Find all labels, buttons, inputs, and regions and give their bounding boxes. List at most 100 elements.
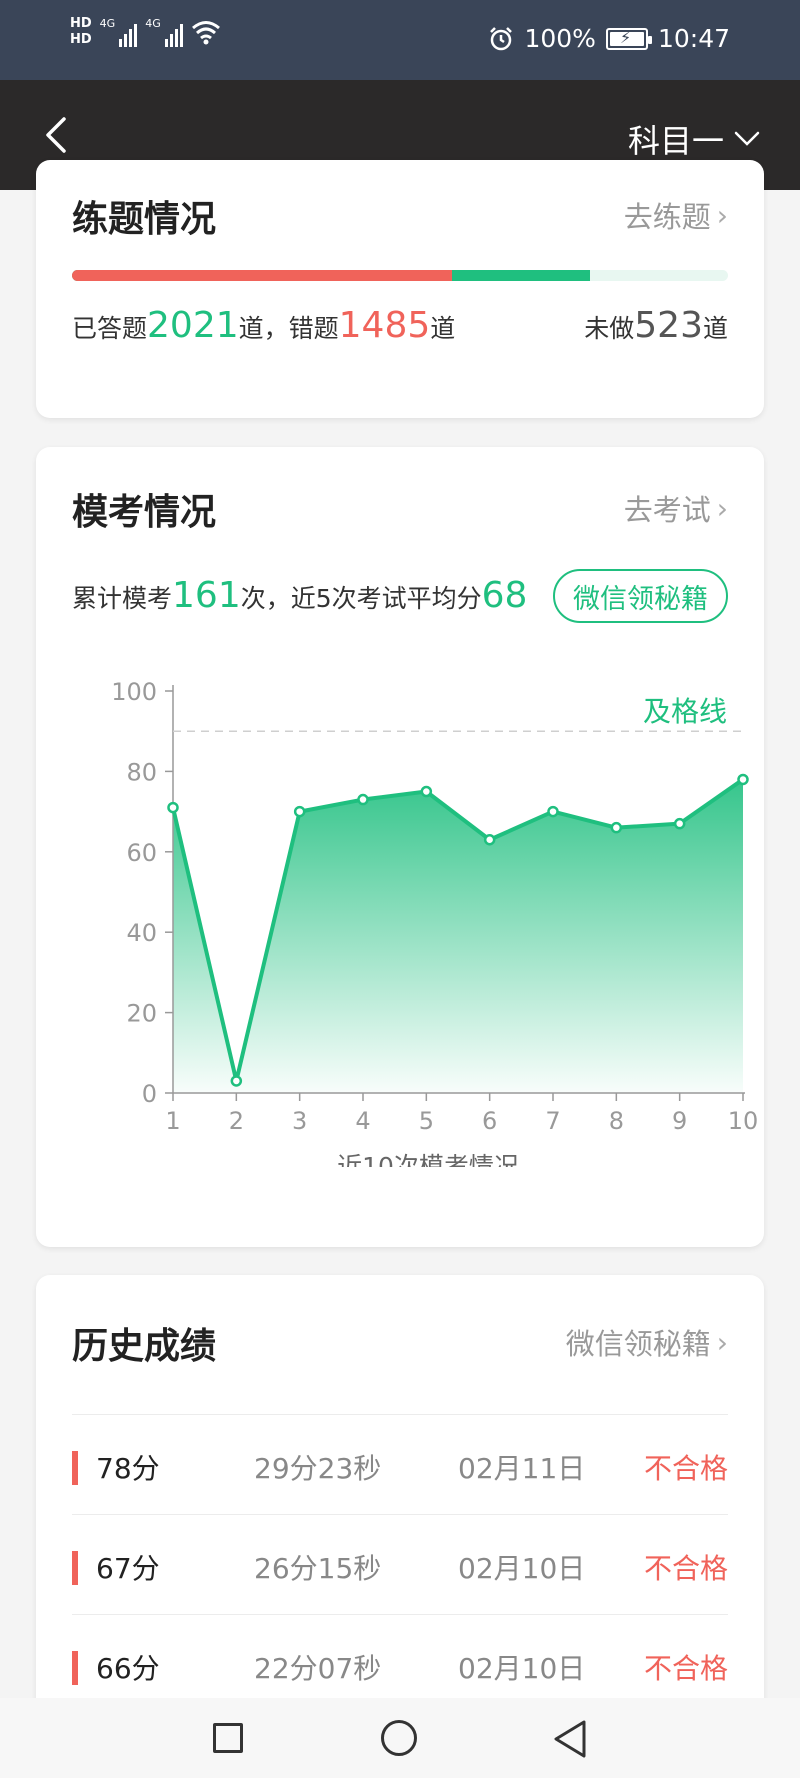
chart-x-tick-label: 3 (292, 1107, 307, 1135)
chart-x-tick-label: 4 (355, 1107, 370, 1135)
history-wechat-link[interactable]: 微信领秘籍 › (566, 1321, 728, 1363)
mock-avg-score: 68 (481, 575, 528, 616)
signal-icon: 4G (100, 17, 138, 47)
chevron-down-icon (734, 131, 760, 146)
row-duration: 29分23秒 (254, 1452, 382, 1485)
chart-x-tick-label: 7 (545, 1107, 560, 1135)
chart-pass-line-label: 及格线 (643, 695, 727, 728)
clock: 10:47 (657, 24, 730, 53)
go-practice-link[interactable]: 去练题 › (624, 194, 728, 236)
wrong-label: 道，错题 (238, 314, 339, 343)
chart-x-tick-label: 2 (229, 1107, 244, 1135)
alarm-icon (490, 26, 513, 50)
go-practice-label: 去练题 (623, 200, 711, 234)
undone-unit: 道 (702, 314, 728, 343)
row-date: 02月10日 (458, 1552, 586, 1585)
mock-title: 模考情况 (72, 492, 217, 533)
row-date: 02月11日 (458, 1452, 586, 1485)
chart-point (547, 805, 559, 818)
row-score: 67分 (96, 1552, 160, 1585)
subject-label: 科目一 (627, 122, 724, 160)
row-indicator (72, 1551, 78, 1585)
status-bar-left: HD HD 4G 4G (70, 16, 221, 48)
row-score: 66分 (96, 1652, 160, 1685)
chart-x-tick-label: 8 (609, 1107, 624, 1135)
row-result: 不合格 (643, 1552, 728, 1585)
mock-count-label: 累计模考 (72, 584, 173, 613)
system-nav-bar (0, 1698, 800, 1778)
chart-y-tick-label: 100 (111, 678, 157, 706)
row-result: 不合格 (643, 1452, 728, 1485)
answered-count: 2021 (147, 305, 239, 346)
row-score: 78分 (96, 1452, 160, 1485)
chevron-right-icon: › (716, 491, 728, 525)
chart-point (737, 773, 749, 786)
chart-x-tick-label: 9 (672, 1107, 687, 1135)
mock-count: 161 (172, 575, 241, 616)
chart-y-tick-label: 40 (126, 919, 157, 947)
chart-point (230, 1075, 243, 1087)
mock-avg-label: 次，近5次考试平均分 (240, 584, 482, 613)
undone-label: 未做 (584, 314, 635, 343)
wifi-icon (191, 21, 220, 45)
history-title: 历史成绩 (72, 1326, 217, 1367)
chevron-right-icon: › (716, 198, 728, 232)
undone-count: 523 (634, 305, 703, 346)
chart-point (420, 785, 433, 798)
chart-x-tick-label: 5 (419, 1107, 434, 1135)
practice-progress-bar (72, 270, 728, 281)
mock-summary: 累计模考 161 次，近5次考试平均分 68 (72, 575, 527, 616)
battery-charging-icon (605, 27, 652, 50)
recent-apps-icon[interactable] (213, 1723, 243, 1753)
hd-label-2: HD (70, 32, 92, 47)
chart-x-tick-label: 6 (482, 1107, 497, 1135)
table-row[interactable]: 67分 26分15秒 02月10日 不合格 (72, 1514, 728, 1614)
go-exam-link[interactable]: 去考试 › (624, 487, 728, 529)
chart-y-tick-label: 80 (126, 758, 157, 786)
mock-exam-card: 模考情况 去考试 › 累计模考 161 次，近5次考试平均分 68 微信领秘籍 0 20… (36, 447, 764, 1247)
chart-point (293, 805, 306, 818)
chevron-right-icon: › (716, 1325, 728, 1359)
table-row[interactable]: 78分 29分23秒 02月11日 不合格 (72, 1414, 728, 1514)
wrong-count: 1485 (338, 305, 431, 346)
hd-label-1: HD (70, 16, 92, 31)
chart-point (483, 833, 496, 846)
chevron-left-icon[interactable] (40, 115, 80, 155)
practice-card: 练题情况 去练题 › 已答题2021道，错题1485道 未做523道 (36, 160, 764, 418)
answered-stats: 已答题2021道，错题1485道 (72, 305, 455, 346)
signal-icon: 4G (145, 17, 183, 47)
chart-point (610, 821, 623, 834)
practice-title: 练题情况 (72, 199, 217, 240)
subject-selector[interactable]: 科目一 (628, 116, 760, 162)
answered-label: 已答题 (72, 314, 148, 343)
chart-point (673, 817, 686, 830)
row-result: 不合格 (643, 1652, 728, 1685)
chart-y-tick-label: 20 (126, 1000, 157, 1028)
chart-x-tick-label: 1 (165, 1107, 180, 1135)
row-indicator (72, 1451, 78, 1485)
row-duration: 26分15秒 (254, 1552, 382, 1585)
chart-point (357, 793, 369, 806)
home-icon[interactable] (381, 1720, 417, 1756)
battery-percent: 100% (524, 24, 596, 53)
progress-wrong (72, 270, 453, 281)
chart-point (167, 801, 179, 814)
wechat-secret-button[interactable]: 微信领秘籍 (553, 569, 728, 623)
chart-y-tick-label: 60 (126, 839, 157, 867)
row-indicator (72, 1651, 78, 1685)
history-wechat-label: 微信领秘籍 (565, 1327, 711, 1361)
wrong-unit: 道 (430, 314, 456, 343)
undone-stats: 未做523道 (584, 305, 728, 346)
row-duration: 22分07秒 (254, 1652, 382, 1685)
hd-icon: HD HD (70, 16, 92, 48)
back-icon[interactable] (552, 1719, 588, 1759)
chart-x-tick-label: 10 (728, 1107, 759, 1135)
mock-score-chart: 0 20 40 60 80 100 1 2 3 4 5 6 7 8 9 10 及格线近10次模考情况 (111, 678, 759, 1167)
history-card: 历史成绩 微信领秘籍 › 78分 29分23秒 02月11日 不合格 67分 2… (36, 1275, 764, 1735)
chart-x-axis-title: 近10次模考情况 (337, 1152, 519, 1167)
network-type-2: 4G (145, 17, 161, 30)
status-bar: HD HD 4G 4G 100% 10:47 (0, 0, 800, 80)
go-exam-label: 去考试 (623, 493, 711, 527)
network-type-1: 4G (99, 17, 116, 30)
chart-y-tick-label: 0 (142, 1080, 157, 1108)
